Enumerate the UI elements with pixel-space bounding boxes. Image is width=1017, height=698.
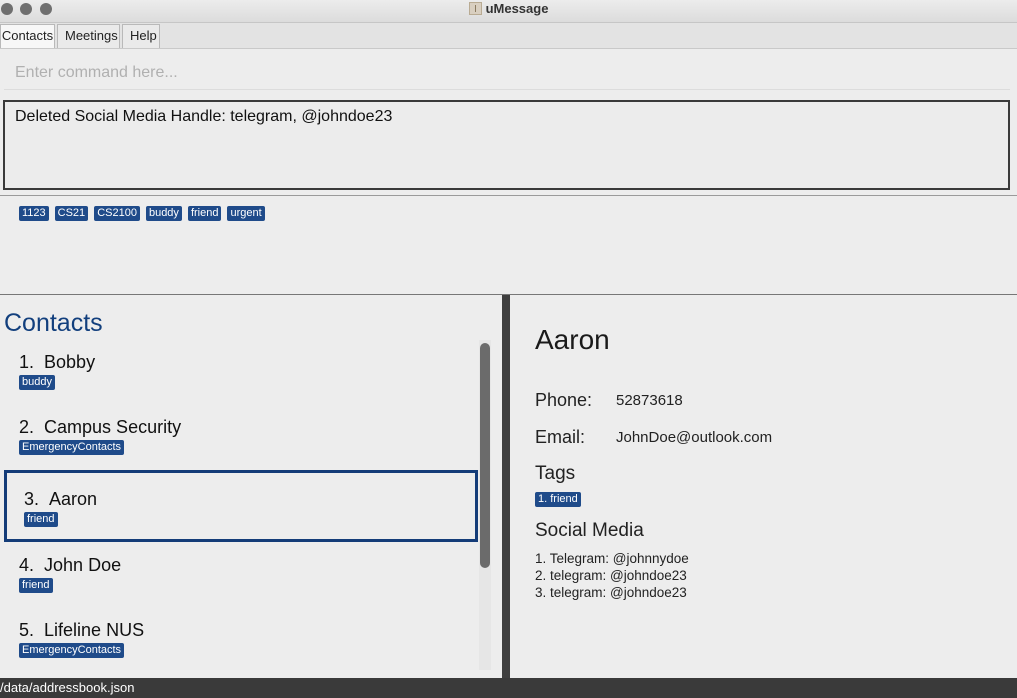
divider-top xyxy=(0,195,1017,196)
contact-list-scrollbar-thumb[interactable] xyxy=(480,343,490,568)
social-media-item: 2. telegram: @johndoe23 xyxy=(535,568,687,583)
window-title: uMessage xyxy=(485,1,549,16)
menu-help[interactable]: Help xyxy=(122,24,160,48)
tag-chip: friend xyxy=(19,578,53,593)
contacts-heading: Contacts xyxy=(4,309,103,337)
phone-value: 52873618 xyxy=(616,392,683,409)
contact-name: 2. Campus Security xyxy=(19,417,182,437)
phone-label: Phone: xyxy=(535,390,593,410)
tag-chip[interactable]: CS21 xyxy=(54,206,89,221)
contact-name: 1. Bobby xyxy=(19,352,96,372)
contact-name: 3. Aaron xyxy=(24,489,98,509)
contact-tags: friend xyxy=(24,512,58,527)
social-media-heading: Social Media xyxy=(535,520,644,541)
tag-chip: EmergencyContacts xyxy=(19,643,125,658)
contact-tags: buddy xyxy=(19,375,55,390)
tag-chip: friend xyxy=(24,512,58,527)
app-icon xyxy=(468,2,482,15)
command-input[interactable] xyxy=(4,56,1010,90)
contact-card-3-selected[interactable]: 3. Aaron friend xyxy=(4,470,478,542)
menu-bar: Contacts Meetings Help xyxy=(0,23,1017,49)
window-title-wrap: uMessage xyxy=(0,1,1017,17)
contact-tags: friend xyxy=(19,578,53,593)
detail-name: Aaron xyxy=(535,324,610,355)
tag-chip: 1. friend xyxy=(535,492,581,507)
contact-name: 5. Lifeline NUS xyxy=(19,620,145,640)
contact-tags: EmergencyContacts xyxy=(19,440,125,455)
status-path: /data/addressbook.json xyxy=(0,680,135,695)
contact-card-5[interactable]: 5. Lifeline NUS EmergencyContacts xyxy=(4,620,478,670)
contact-name: 4. John Doe xyxy=(19,555,122,575)
social-media-item: 1. Telegram: @johnnydoe xyxy=(535,551,689,566)
tag-bar: 1123 CS21 CS2100 buddy friend urgent xyxy=(19,206,265,222)
email-label: Email: xyxy=(535,427,586,447)
tag-chip: buddy xyxy=(19,375,55,390)
contact-card-2[interactable]: 2. Campus Security EmergencyContacts xyxy=(4,417,478,467)
contact-card-1[interactable]: 1. Bobby buddy xyxy=(4,352,478,402)
result-text: Deleted Social Media Handle: telegram, @… xyxy=(15,108,393,125)
title-bar: uMessage xyxy=(0,0,1017,23)
result-display: Deleted Social Media Handle: telegram, @… xyxy=(3,100,1010,190)
social-media-item: 3. telegram: @johndoe23 xyxy=(535,585,687,600)
contact-tags: EmergencyContacts xyxy=(19,643,125,658)
tag-chip[interactable]: CS2100 xyxy=(94,206,140,221)
tag-chip: EmergencyContacts xyxy=(19,440,125,455)
tag-chip[interactable]: 1123 xyxy=(19,206,49,221)
panel-splitter[interactable] xyxy=(502,295,510,678)
menu-meetings[interactable]: Meetings xyxy=(57,24,120,48)
detail-tags: 1. friend xyxy=(535,492,581,507)
tag-chip[interactable]: buddy xyxy=(145,206,182,221)
social-media-list: 1. Telegram: @johnnydoe 2. telegram: @jo… xyxy=(535,550,689,601)
tag-chip[interactable]: urgent xyxy=(227,206,265,221)
contact-list: 1. Bobby buddy 2. Campus Security Emerge… xyxy=(0,340,492,678)
email-value: JohnDoe@outlook.com xyxy=(616,429,773,446)
tag-chip[interactable]: friend xyxy=(187,206,222,221)
contact-card-4[interactable]: 4. John Doe friend xyxy=(4,555,478,605)
status-bar: /data/addressbook.json xyxy=(0,678,1017,698)
menu-contacts[interactable]: Contacts xyxy=(0,24,55,48)
tags-heading: Tags xyxy=(535,463,576,484)
